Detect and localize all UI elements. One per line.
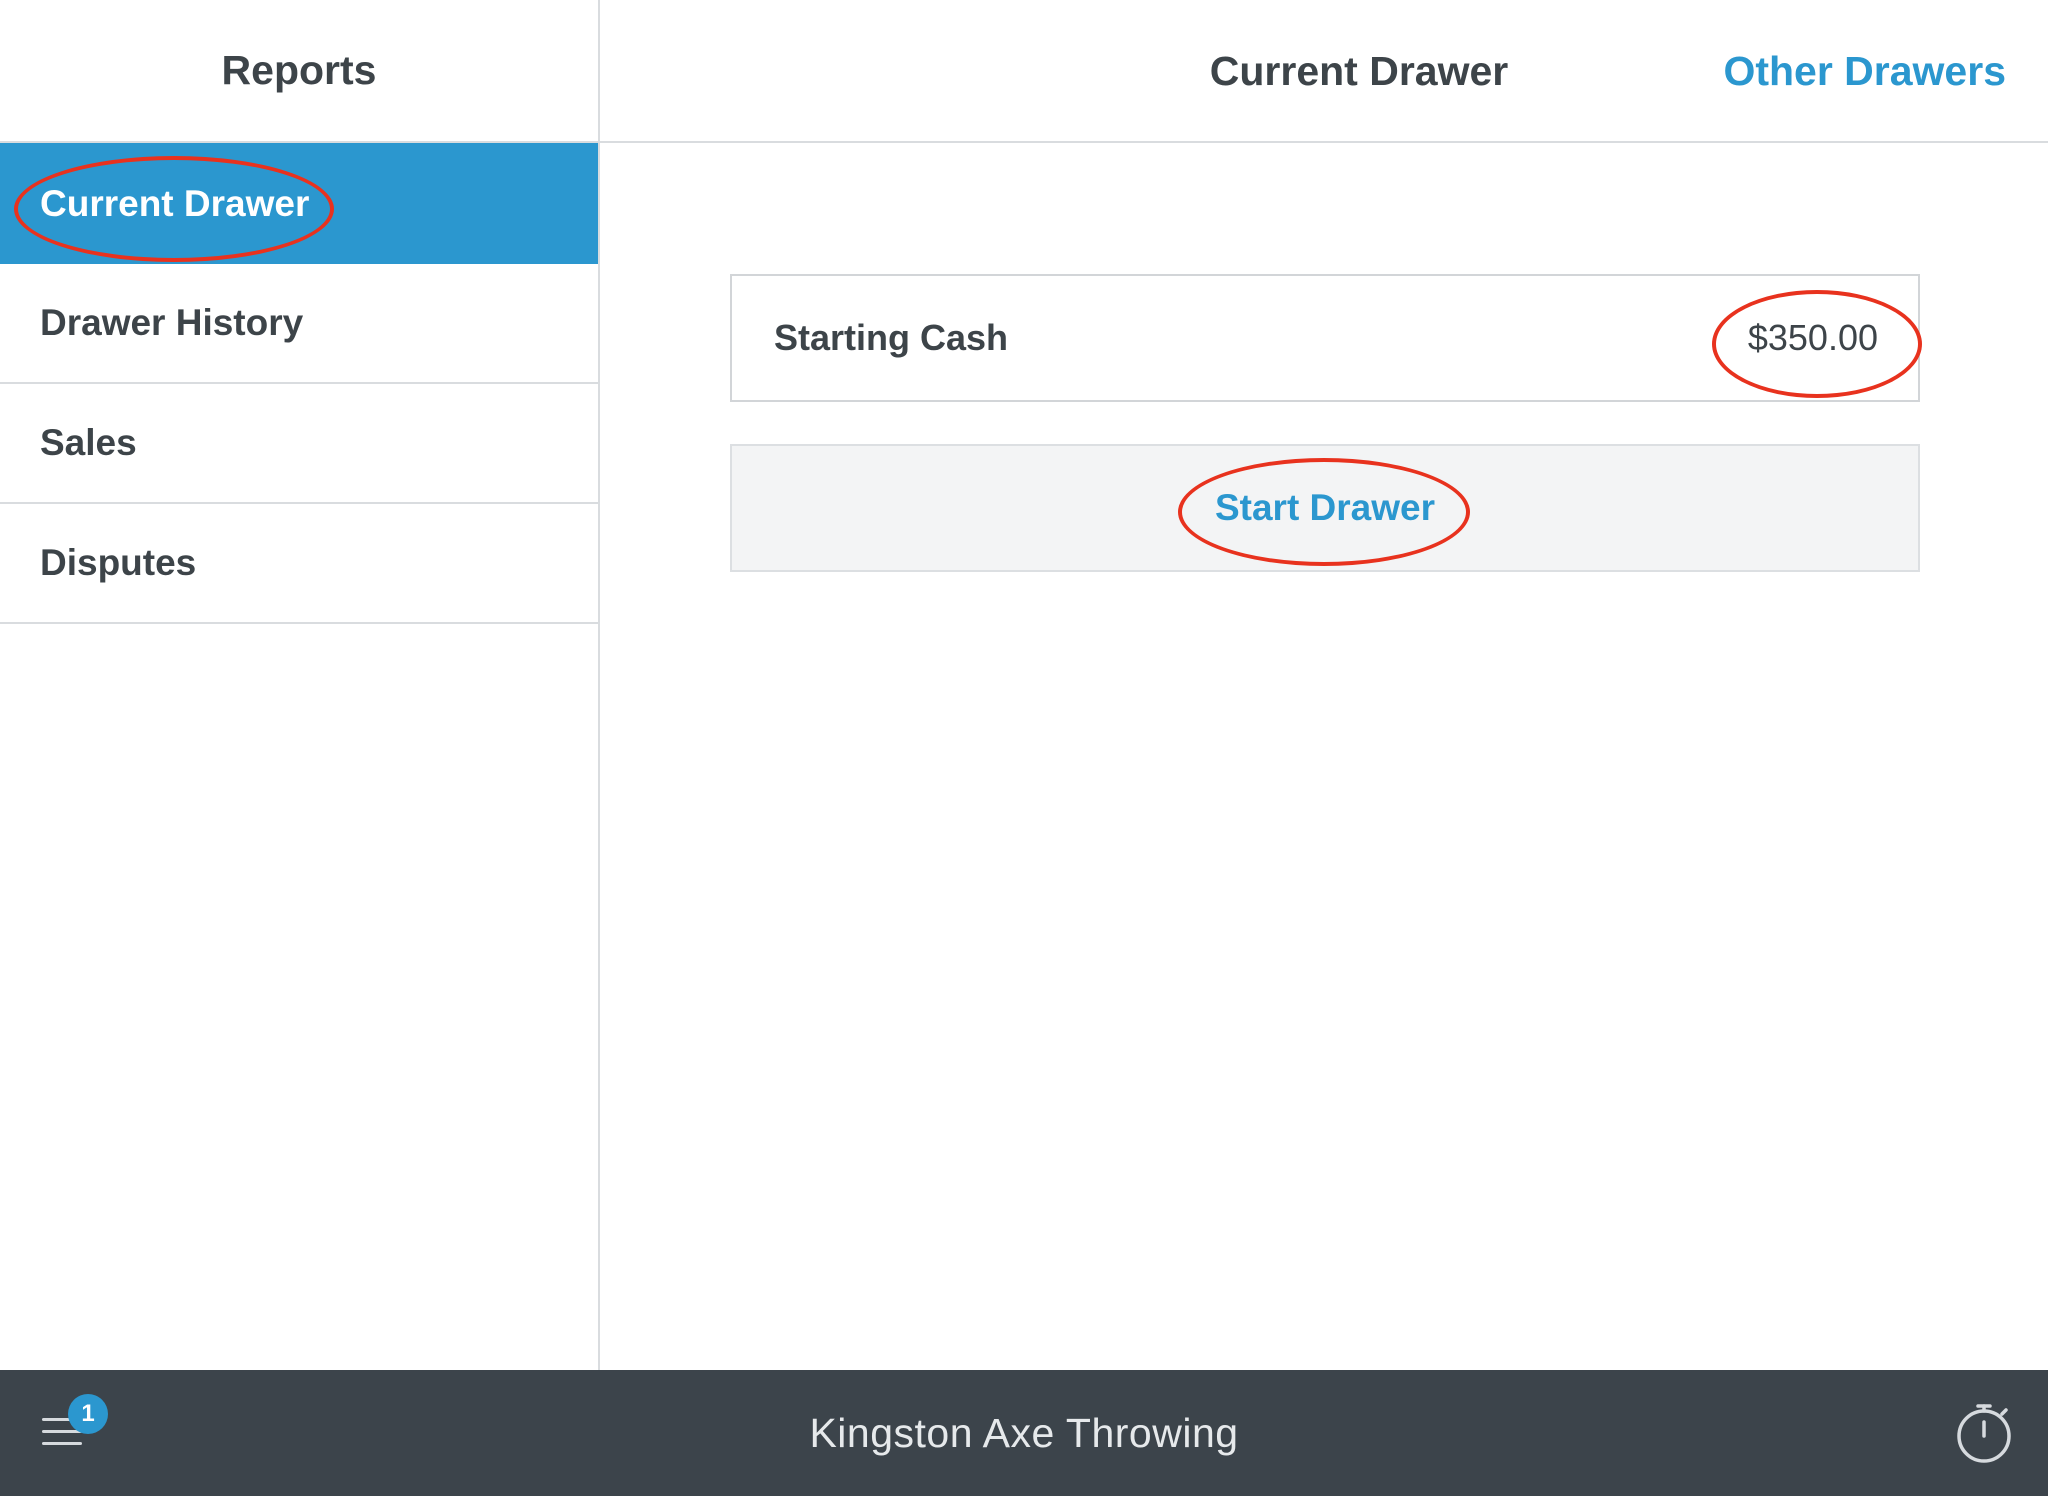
main-header: Current Drawer Other Drawers: [600, 0, 2048, 143]
business-name: Kingston Axe Throwing: [809, 1409, 1239, 1456]
start-drawer-button[interactable]: Start Drawer: [730, 444, 1920, 572]
sidebar-item-sales[interactable]: Sales: [0, 384, 598, 504]
sidebar-title: Reports: [0, 0, 598, 143]
sidebar-item-label: Disputes: [40, 542, 197, 583]
sidebar-item-label: Current Drawer: [40, 182, 310, 224]
sidebar-item-label: Sales: [40, 422, 137, 463]
starting-cash-label: Starting Cash: [774, 317, 1009, 358]
bottom-bar: Kingston Axe Throwing: [0, 1370, 2048, 1496]
sidebar-item-label: Drawer History: [40, 302, 304, 343]
starting-cash-row[interactable]: Starting Cash $350.00: [730, 274, 1920, 402]
sidebar-item-current-drawer[interactable]: Current Drawer: [0, 143, 598, 264]
sidebar-item-disputes[interactable]: Disputes: [0, 504, 598, 624]
starting-cash-value[interactable]: $350.00: [1748, 276, 1878, 400]
sidebar: Reports Current Drawer Drawer History Sa…: [0, 0, 600, 1370]
sidebar-item-drawer-history[interactable]: Drawer History: [0, 264, 598, 384]
notification-badge: 1: [68, 1394, 108, 1434]
stopwatch-icon[interactable]: [1954, 1402, 2014, 1464]
other-drawers-link[interactable]: Other Drawers: [1723, 0, 2006, 143]
